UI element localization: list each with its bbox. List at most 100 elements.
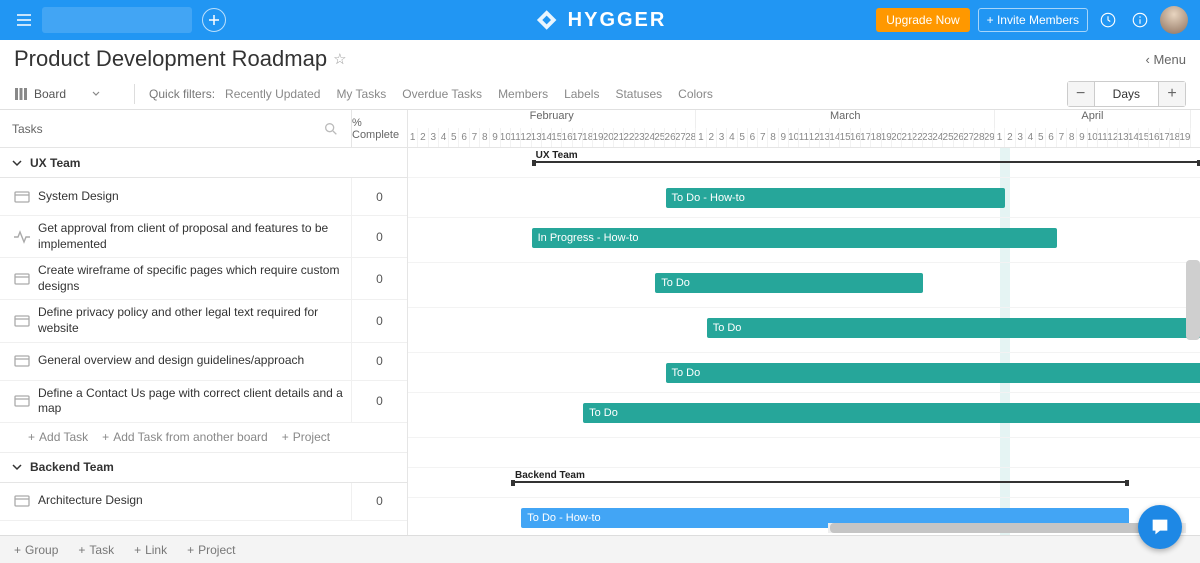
task-name: Define privacy policy and other legal te… — [38, 300, 351, 341]
complete-column-label: % Complete — [351, 110, 407, 147]
day-cell: 2 — [1005, 128, 1015, 147]
day-cell: 21 — [614, 128, 624, 147]
invite-button[interactable]: + Invite Members — [978, 8, 1088, 32]
day-cell: 13 — [532, 128, 542, 147]
day-cell: 22 — [624, 128, 634, 147]
tasks-header: Tasks % Complete — [0, 110, 407, 148]
day-cell: 9 — [490, 128, 500, 147]
day-cell: 27 — [676, 128, 686, 147]
day-cell: 8 — [480, 128, 490, 147]
day-cell: 14 — [1129, 128, 1139, 147]
task-row[interactable]: General overview and design guidelines/a… — [0, 343, 407, 381]
day-cell: 26 — [954, 128, 964, 147]
gantt-bar[interactable]: To Do - How-to — [666, 188, 1006, 208]
tasks-column-label: Tasks — [12, 122, 43, 136]
quick-filter-overdue-tasks[interactable]: Overdue Tasks — [402, 87, 482, 101]
day-cell: 1 — [408, 128, 418, 147]
task-complete: 0 — [351, 483, 407, 520]
task-panel: Tasks % Complete UX TeamSystem Design0Ge… — [0, 110, 408, 535]
day-cell: 19 — [593, 128, 603, 147]
day-cell: 22 — [913, 128, 923, 147]
search-input[interactable] — [48, 13, 203, 27]
quick-filter-my-tasks[interactable]: My Tasks — [336, 87, 386, 101]
menu-link[interactable]: Menu — [1146, 52, 1186, 67]
timeline-group-label: UX Team — [536, 150, 578, 161]
gantt-bar[interactable]: To Do — [707, 318, 1200, 338]
timeline-header: FebruaryMarchApril 123456789101112131415… — [408, 110, 1200, 148]
page-title: Product Development Roadmap — [14, 46, 327, 72]
day-cell: 7 — [1057, 128, 1067, 147]
quick-filter-statuses[interactable]: Statuses — [615, 87, 662, 101]
task-row[interactable]: Create wireframe of specific pages which… — [0, 258, 407, 300]
task-complete: 0 — [351, 178, 407, 215]
day-cell: 10 — [501, 128, 511, 147]
gantt-bar[interactable]: In Progress - How-to — [532, 228, 1057, 248]
task-row[interactable]: Get approval from client of proposal and… — [0, 216, 407, 258]
day-cell: 5 — [449, 128, 459, 147]
day-cell: 28 — [974, 128, 984, 147]
day-cell: 16 — [851, 128, 861, 147]
upgrade-button[interactable]: Upgrade Now — [876, 8, 969, 32]
day-cell: 25 — [655, 128, 665, 147]
hamburger-icon[interactable] — [12, 8, 36, 32]
day-cell: 6 — [1046, 128, 1056, 147]
search-box[interactable] — [42, 7, 192, 33]
quick-filter-recently-updated[interactable]: Recently Updated — [225, 87, 320, 101]
task-row[interactable]: Define privacy policy and other legal te… — [0, 300, 407, 342]
add-project-button[interactable]: +Project — [187, 543, 235, 557]
clock-icon[interactable] — [1096, 8, 1120, 32]
day-cell: 11 — [799, 128, 809, 147]
timeline-group-label: Backend Team — [515, 470, 585, 481]
add-task-inline[interactable]: +Add Task — [28, 430, 88, 444]
add-group-button[interactable]: +Group — [14, 543, 58, 557]
day-cell: 18 — [583, 128, 593, 147]
chat-fab[interactable] — [1138, 505, 1182, 549]
task-row[interactable]: System Design0 — [0, 178, 407, 216]
add-project-inline[interactable]: +Project — [282, 430, 330, 444]
day-cell: 8 — [768, 128, 778, 147]
zoom-control: − Days + — [1067, 81, 1186, 107]
chevron-down-icon[interactable] — [12, 158, 22, 168]
info-icon[interactable] — [1128, 8, 1152, 32]
gantt-bar[interactable]: To Do — [583, 403, 1200, 423]
add-task-from-board[interactable]: +Add Task from another board — [102, 430, 268, 444]
bottom-bar: +Group +Task +Link +Project — [0, 535, 1200, 563]
timeline: FebruaryMarchApril 123456789101112131415… — [408, 110, 1200, 535]
quick-filter-colors[interactable]: Colors — [678, 87, 713, 101]
day-cell: 15 — [840, 128, 850, 147]
card-icon — [14, 353, 30, 369]
quick-filter-labels[interactable]: Labels — [564, 87, 599, 101]
day-cell: 4 — [439, 128, 449, 147]
horizontal-scrollbar[interactable] — [828, 523, 1186, 533]
timeline-body[interactable]: UX Team To Do - How-to In Progress - How-t… — [408, 148, 1200, 535]
timeline-group-bar[interactable] — [511, 481, 1129, 483]
zoom-in-button[interactable]: + — [1159, 82, 1185, 106]
view-selector[interactable]: Board — [14, 87, 120, 101]
chevron-down-icon[interactable] — [12, 462, 22, 472]
gantt-bar[interactable]: To Do — [666, 363, 1200, 383]
vertical-scrollbar[interactable] — [1186, 260, 1200, 340]
day-cell: 17 — [1160, 128, 1170, 147]
timeline-group-bar[interactable] — [532, 161, 1200, 163]
day-cell: 5 — [738, 128, 748, 147]
avatar[interactable] — [1160, 6, 1188, 34]
add-link-button[interactable]: +Link — [134, 543, 167, 557]
card-icon — [14, 493, 30, 509]
quick-filter-members[interactable]: Members — [498, 87, 548, 101]
zoom-out-button[interactable]: − — [1068, 82, 1094, 106]
tasks-search-icon[interactable] — [323, 121, 339, 137]
group-header[interactable]: UX Team — [0, 148, 407, 178]
star-icon[interactable]: ☆ — [333, 50, 346, 68]
day-cell: 10 — [1088, 128, 1098, 147]
gantt-bar[interactable]: To Do — [655, 273, 923, 293]
add-icon[interactable] — [202, 8, 226, 32]
task-row[interactable]: Architecture Design0 — [0, 483, 407, 521]
day-cell: 17 — [861, 128, 871, 147]
task-row[interactable]: Define a Contact Us page with correct cl… — [0, 381, 407, 423]
task-complete: 0 — [351, 300, 407, 341]
add-task-button[interactable]: +Task — [78, 543, 114, 557]
day-cell: 2 — [418, 128, 428, 147]
group-header[interactable]: Backend Team — [0, 453, 407, 483]
day-cell: 3 — [717, 128, 727, 147]
day-cell: 6 — [748, 128, 758, 147]
